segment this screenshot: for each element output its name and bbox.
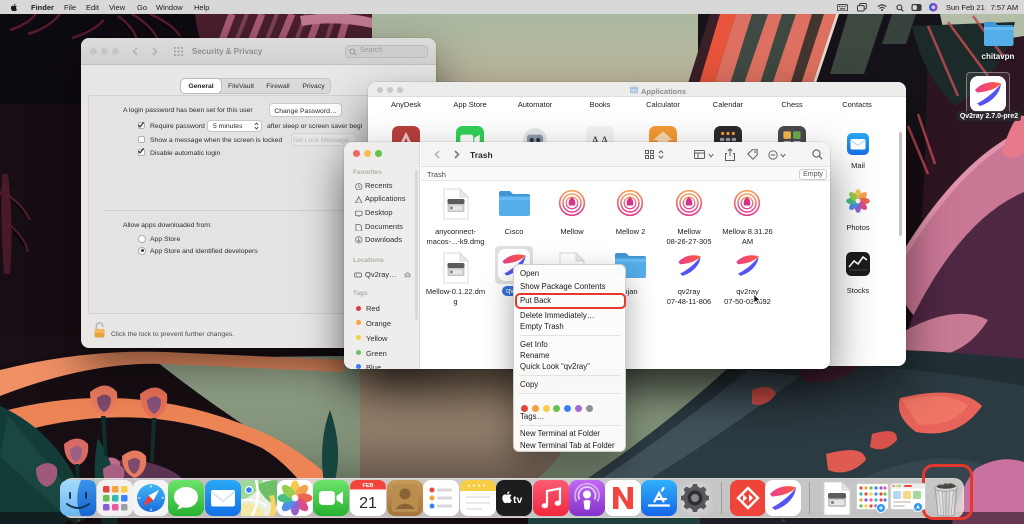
svg-text:tv: tv (513, 494, 522, 506)
svg-text:21: 21 (359, 495, 377, 512)
svg-text:FEB: FEB (363, 483, 374, 489)
